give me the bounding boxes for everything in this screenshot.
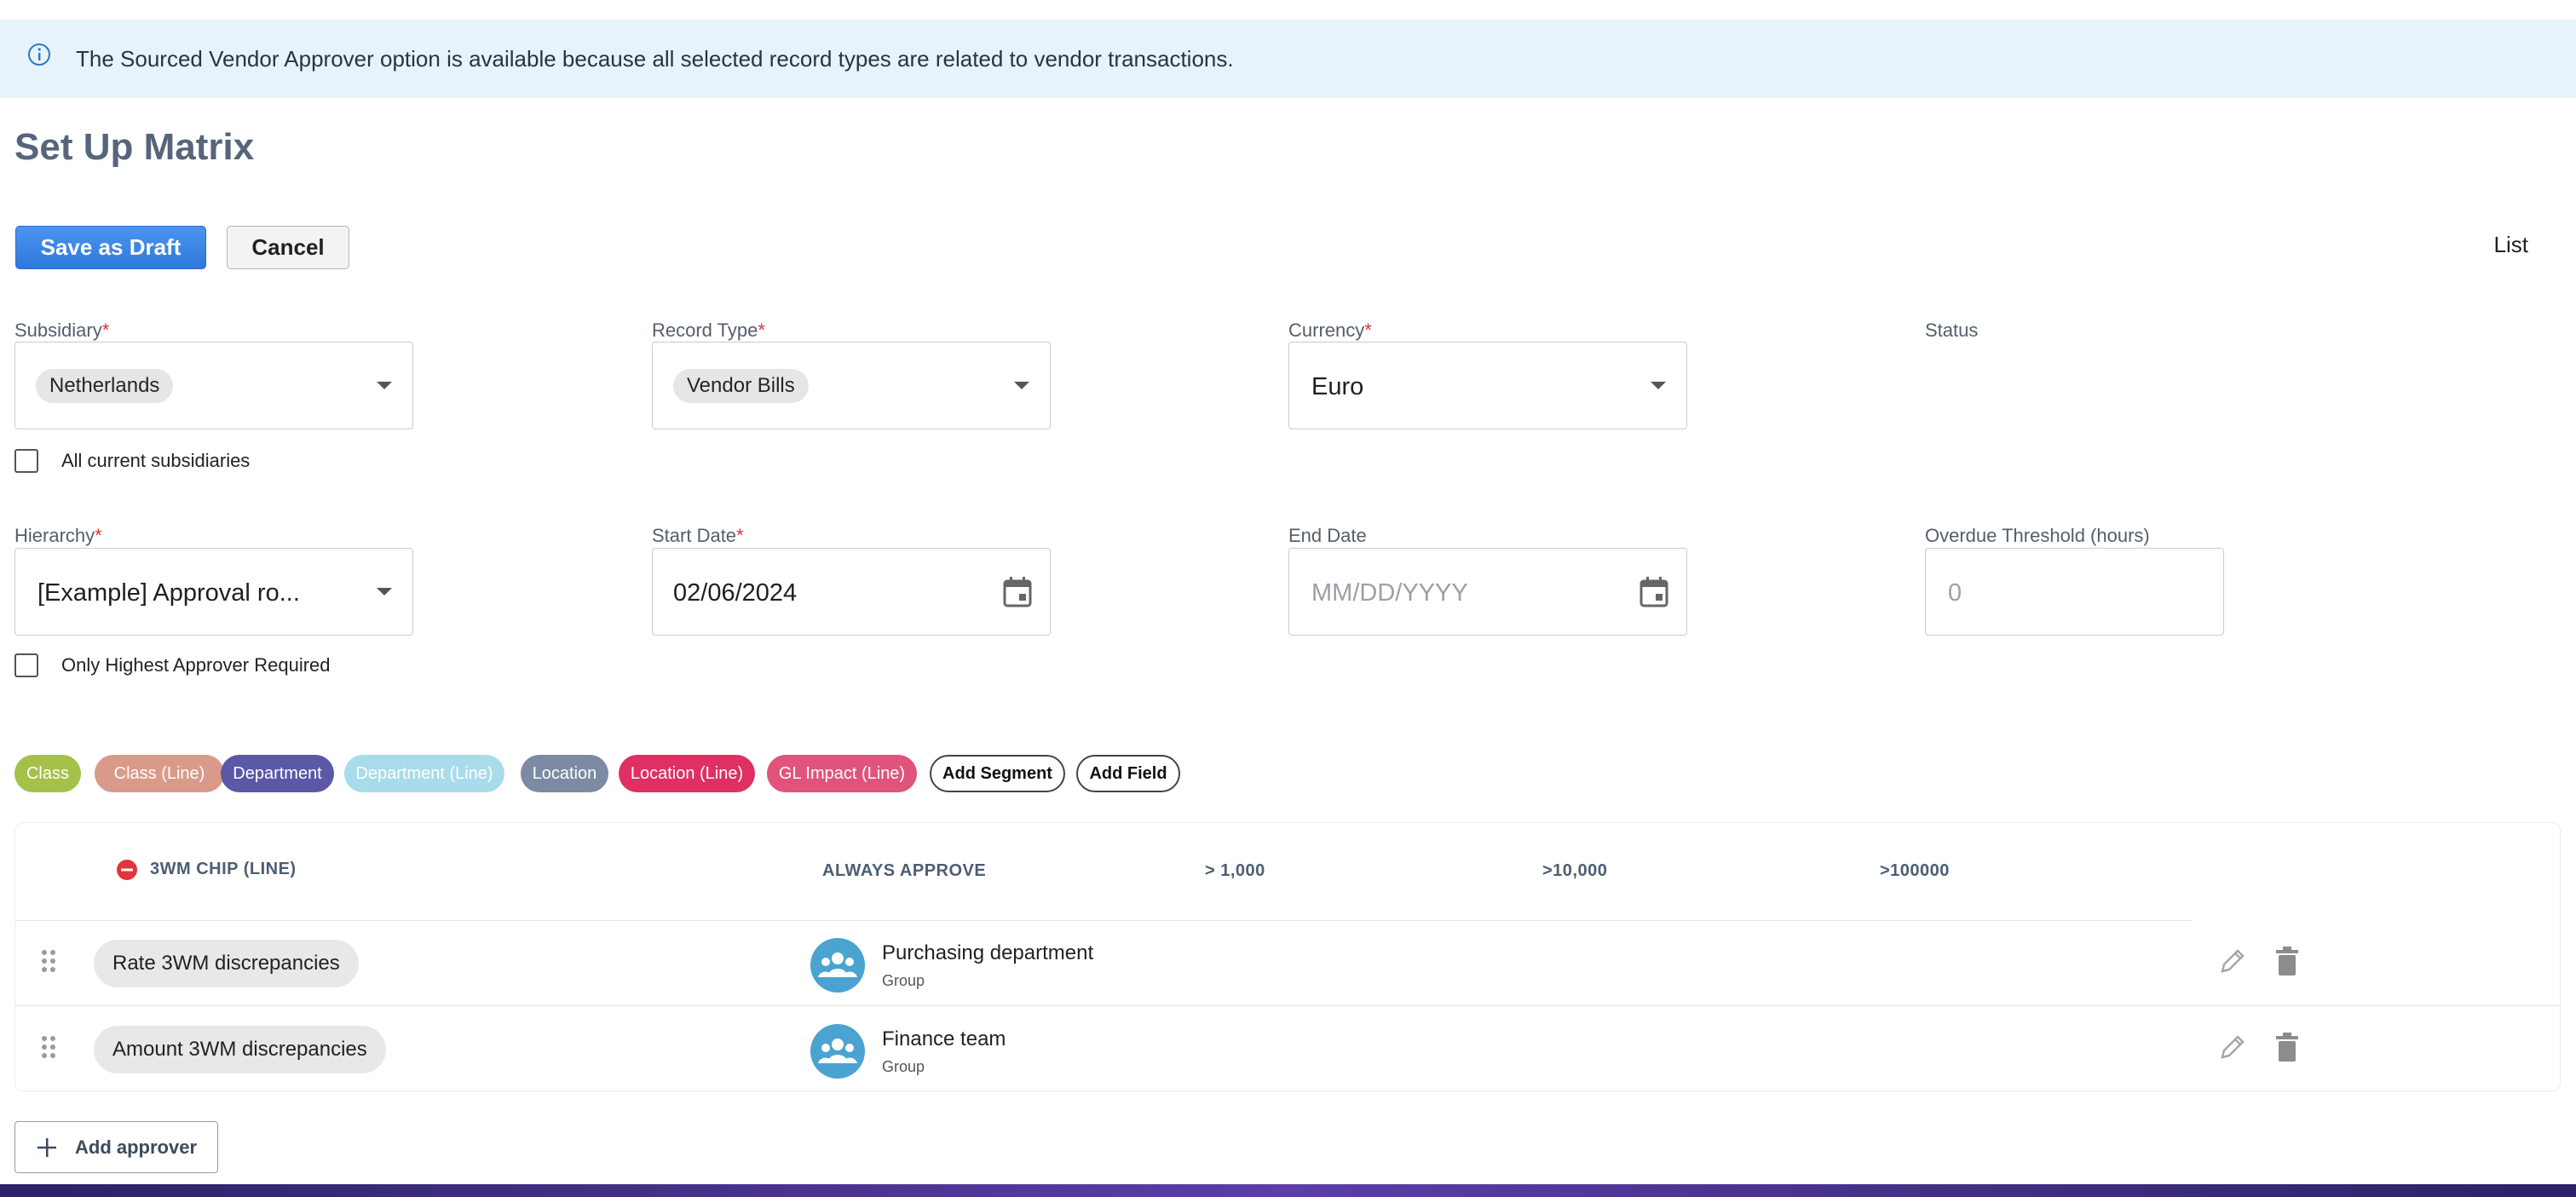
column-header-chip: 3WM CHIP (LINE) [150, 860, 297, 878]
plus-icon [37, 1137, 56, 1157]
add-approver-label: Add approver [75, 1136, 198, 1158]
info-banner: The Sourced Vendor Approver option is av… [0, 20, 2576, 98]
chevron-down-icon [1651, 382, 1666, 389]
start-date-input[interactable]: 02/06/2024 [652, 548, 1051, 636]
approver-name: Finance team [882, 1027, 1006, 1050]
hierarchy-label: Hierarchy* [14, 525, 102, 546]
chevron-down-icon [377, 382, 392, 389]
approval-matrix-table: 3WM CHIP (LINE) ALWAYS APPROVE > 1,000 >… [14, 822, 2562, 1092]
add-field-button[interactable]: Add Field [1076, 755, 1180, 792]
end-date-input[interactable]: MM/DD/YYYY [1288, 548, 1687, 636]
overdue-threshold-placeholder: 0 [1948, 579, 1962, 607]
segment-chip-gl-impact-line[interactable]: GL Impact (Line) [767, 755, 917, 792]
banner-message: The Sourced Vendor Approver option is av… [76, 46, 1234, 72]
currency-label: Currency* [1288, 319, 1372, 341]
chevron-down-icon [1014, 382, 1029, 389]
save-as-draft-button[interactable]: Save as Draft [15, 226, 206, 269]
highest-approver-label: Only Highest Approver Required [61, 654, 331, 676]
column-header-threshold-10000: >10,000 [1542, 861, 1608, 880]
trash-icon[interactable] [2274, 947, 2300, 975]
subsidiary-label: Subsidiary* [14, 319, 110, 341]
overdue-threshold-input[interactable]: 0 [1925, 548, 2224, 636]
start-date-label: Start Date* [652, 525, 744, 546]
remove-icon[interactable] [116, 859, 138, 881]
page-title: Set Up Matrix [14, 126, 255, 168]
start-date-value: 02/06/2024 [673, 579, 798, 607]
hierarchy-value: [Example] Approval ro... [37, 579, 300, 607]
rule-chip[interactable]: Amount 3WM discrepancies [94, 1026, 386, 1073]
trash-icon[interactable] [2274, 1033, 2300, 1062]
column-header-threshold-100000: >100000 [1880, 861, 1950, 880]
drag-handle-icon[interactable] [39, 948, 58, 974]
overdue-threshold-label: Overdue Threshold (hours) [1925, 525, 2150, 546]
end-date-placeholder: MM/DD/YYYY [1311, 579, 1468, 607]
highest-approver-checkbox[interactable] [14, 653, 38, 677]
list-link[interactable]: List [2494, 232, 2528, 258]
currency-select[interactable]: Euro [1288, 342, 1687, 429]
group-avatar-icon [810, 1024, 865, 1079]
column-header-threshold-1000: > 1,000 [1205, 861, 1265, 880]
all-subsidiaries-checkbox-row[interactable]: All current subsidiaries [14, 449, 250, 473]
cancel-button[interactable]: Cancel [227, 226, 349, 269]
record-type-select[interactable]: Vendor Bills [652, 342, 1051, 429]
column-header-always-approve: ALWAYS APPROVE [822, 861, 987, 880]
status-label: Status [1925, 319, 1979, 341]
calendar-icon[interactable] [1002, 576, 1033, 608]
hierarchy-select[interactable]: [Example] Approval ro... [14, 548, 413, 636]
subsidiary-chip: Netherlands [36, 369, 174, 403]
add-approver-button[interactable]: Add approver [14, 1121, 218, 1173]
segment-chip-class[interactable]: Class [14, 755, 81, 792]
record-type-label: Record Type* [652, 319, 765, 341]
record-type-chip: Vendor Bills [673, 369, 809, 403]
calendar-icon[interactable] [1639, 576, 1669, 608]
highest-approver-checkbox-row[interactable]: Only Highest Approver Required [14, 653, 331, 677]
segment-chip-location[interactable]: Location [521, 755, 608, 792]
table-row: Amount 3WM discrepancies Finance team Gr… [15, 1007, 2562, 1092]
drag-handle-icon[interactable] [39, 1034, 58, 1060]
group-avatar-icon [810, 938, 865, 993]
table-row: Rate 3WM discrepancies Purchasing depart… [15, 921, 2562, 1006]
approver-type: Group [882, 1058, 925, 1075]
approver-type: Group [882, 972, 925, 989]
all-subsidiaries-label: All current subsidiaries [61, 450, 251, 471]
rule-chip[interactable]: Rate 3WM discrepancies [94, 940, 359, 987]
edit-pencil-icon[interactable] [2218, 947, 2247, 975]
currency-value: Euro [1311, 373, 1364, 400]
segment-chip-location-line[interactable]: Location (Line) [619, 755, 755, 792]
all-subsidiaries-checkbox[interactable] [14, 449, 38, 473]
segment-chip-class-line[interactable]: Class (Line) [95, 755, 224, 792]
info-icon [28, 43, 50, 66]
chevron-down-icon [377, 588, 392, 596]
segment-chip-department[interactable]: Department [221, 755, 334, 792]
segment-chip-department-line[interactable]: Department (Line) [344, 755, 504, 792]
end-date-label: End Date [1288, 525, 1367, 546]
subsidiary-select[interactable]: Netherlands [14, 342, 413, 429]
window-bottom-edge [0, 1184, 2576, 1197]
row-divider [15, 1005, 2562, 1006]
add-segment-button[interactable]: Add Segment [930, 755, 1065, 792]
edit-pencil-icon[interactable] [2218, 1033, 2247, 1062]
approver-name: Purchasing department [882, 941, 1094, 964]
